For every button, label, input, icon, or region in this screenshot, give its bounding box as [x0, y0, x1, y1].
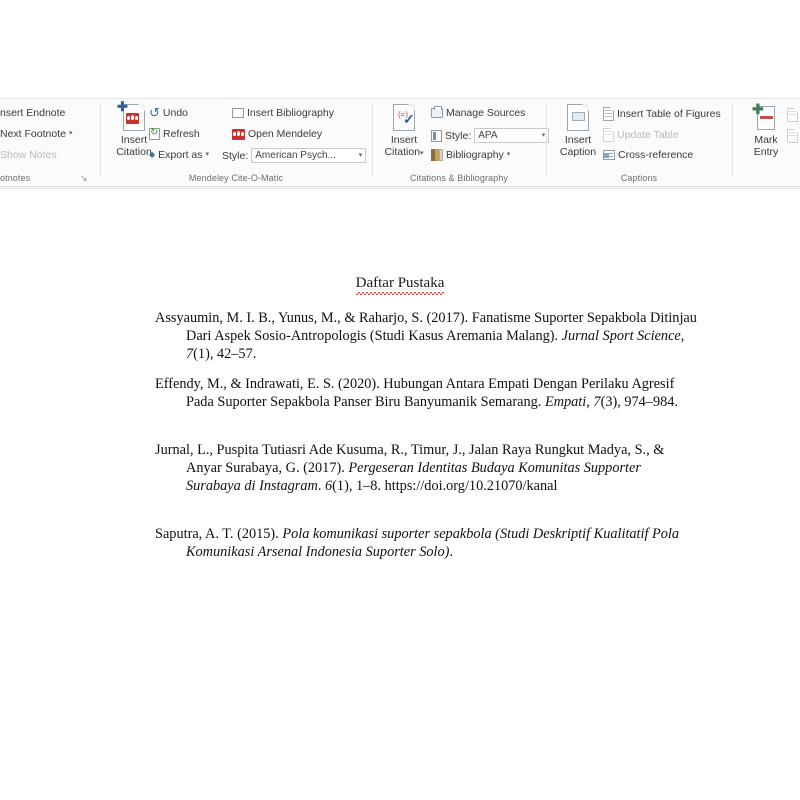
chevron-down-icon[interactable]: ▾ [420, 150, 424, 157]
chevron-down-icon[interactable]: ▾ [542, 129, 546, 142]
mark-entry-label-line2: Entry [753, 146, 779, 158]
ribbon-group-mendeley: ✚ Insert Citation ↺ Undo Refresh ◆ Expor… [101, 98, 371, 186]
ribbon-bottom-rule [0, 186, 800, 187]
partial-icon-top[interactable] [787, 108, 798, 122]
reference-text-segment: , [680, 328, 685, 345]
insert-caption-button[interactable]: Insert Caption [549, 104, 607, 158]
mendeley-style-value: American Psych... [255, 150, 336, 161]
ribbon-group-title-captions: Captions [620, 173, 658, 183]
cross-reference-label: Cross-reference [618, 149, 694, 161]
cross-reference-button[interactable]: Cross-reference [603, 149, 693, 161]
mendeley-refresh-button[interactable]: Refresh [149, 127, 200, 140]
insert-table-of-figures-label: Insert Table of Figures [617, 108, 721, 120]
insert-citation-label-line1: Insert [390, 134, 418, 146]
manage-sources-label: Manage Sources [446, 107, 526, 119]
citations-style-value: APA [478, 130, 498, 141]
citations-style-row: Style: APA ▾ [431, 128, 550, 143]
mendeley-logo-icon [126, 113, 139, 124]
insert-bibliography-button[interactable]: Insert Bibliography [232, 107, 334, 119]
insert-caption-icon [567, 104, 589, 131]
manage-sources-button[interactable]: Manage Sources [431, 106, 526, 119]
reference-text-segment: (1), 1–8. https://doi.org/10.21070/kanal [332, 478, 558, 495]
insert-caption-label-line2: Caption [559, 146, 597, 158]
reference-text-segment: . [317, 478, 326, 495]
mendeley-style-row: Style: American Psych... ▾ [222, 148, 367, 163]
style-icon [431, 129, 442, 142]
reference-text-segment: Saputra, A. T. (2015). [155, 526, 283, 542]
reference-italic-segment: Empati [544, 394, 587, 411]
bibliography-button[interactable]: Bibliography ▾ [431, 149, 510, 161]
reference-italic-segment: Jurnal Sport Science [561, 328, 681, 345]
insert-table-of-figures-icon [603, 107, 614, 121]
mark-entry-icon: ✚ [752, 102, 775, 130]
mendeley-export-as-label: Export as [158, 149, 203, 161]
chevron-down-icon[interactable]: ▾ [206, 149, 210, 161]
open-mendeley-label: Open Mendeley [248, 128, 323, 140]
insert-endnote-label: nsert Endnote [0, 107, 66, 119]
cross-reference-icon [603, 150, 615, 160]
insert-caption-label-line1: Insert [564, 134, 592, 146]
refresh-icon [149, 127, 160, 140]
update-table-button[interactable]: Update Table [603, 128, 679, 142]
chevron-down-icon[interactable]: ▾ [507, 149, 511, 161]
bibliography-label: Bibliography [446, 149, 504, 161]
insert-citation-label-text: Citation [384, 146, 421, 158]
mendeley-logo-icon [232, 128, 245, 140]
ribbon-group-title-footnotes: otnotes [0, 173, 31, 183]
insert-citation-icon: (=) ✓ [393, 104, 415, 131]
bibliography-entry[interactable]: Assyaumin, M. I. B., Yunus, M., & Raharj… [155, 309, 698, 364]
mendeley-export-as-button[interactable]: ◆ Export as ▾ [149, 149, 209, 161]
reference-text-segment: . [449, 544, 454, 561]
mendeley-undo-label: Undo [162, 107, 189, 119]
ribbon-group-index: ✚ Mark Entry [733, 98, 800, 186]
next-footnote-button[interactable]: Next Footnote ▾ [0, 128, 72, 140]
update-table-label: Update Table [617, 129, 679, 141]
manage-sources-icon [431, 106, 443, 118]
reference-text-segment: (3), 974–984. [600, 394, 678, 411]
insert-citation-button[interactable]: (=) ✓ Insert Citation▾ [375, 104, 433, 160]
page-title-text: Daftar Pustaka [355, 275, 445, 295]
insert-table-of-figures-button[interactable]: Insert Table of Figures [603, 107, 721, 121]
insert-bibliography-label: Insert Bibliography [247, 107, 334, 119]
bibliography-entry[interactable]: Effendy, M., & Indrawati, E. S. (2020). … [155, 375, 698, 411]
ribbon-group-title-citations: Citations & Bibliography [410, 173, 508, 183]
show-notes-button[interactable]: Show Notes [0, 149, 57, 161]
insert-citation-label-line2: Citation▾ [375, 146, 433, 160]
undo-icon: ↺ [149, 105, 160, 120]
mendeley-style-dropdown[interactable]: American Psych... ▾ [251, 148, 367, 163]
reference-text-segment: (1), 42–57. [193, 346, 257, 363]
export-as-icon: ◆ [149, 150, 156, 159]
mendeley-undo-button[interactable]: ↺ Undo [149, 105, 189, 120]
ribbon-group-captions: Insert Caption Insert Table of Figures U… [547, 98, 731, 186]
ribbon-group-citations-bibliography: (=) ✓ Insert Citation▾ Manage Sources St… [373, 98, 550, 186]
plus-icon: ✚ [752, 101, 764, 117]
partial-icon-bottom[interactable] [787, 129, 798, 143]
citations-style-label: Style: [445, 129, 472, 142]
chevron-down-icon[interactable]: ▾ [69, 128, 73, 140]
chevron-down-icon[interactable]: ▾ [359, 149, 363, 162]
bibliography-entry[interactable]: Jurnal, L., Puspita Tutiasri Ade Kusuma,… [155, 441, 698, 496]
insert-bibliography-icon [232, 108, 244, 118]
update-table-icon [603, 128, 614, 142]
dialog-launcher-icon[interactable]: ↘ [80, 173, 88, 184]
page-title: Daftar Pustaka [0, 275, 800, 295]
next-footnote-label: Next Footnote [0, 128, 66, 140]
bibliography-icon [431, 149, 443, 161]
reference-italic-segment: 7 [593, 394, 601, 411]
document-page[interactable]: Daftar Pustaka Assyaumin, M. I. B., Yunu… [0, 189, 800, 800]
mendeley-style-label: Style: [222, 149, 249, 162]
open-mendeley-button[interactable]: Open Mendeley [232, 128, 322, 140]
insert-endnote-button[interactable]: nsert Endnote [0, 107, 65, 119]
word-ribbon-references-tab: nsert Endnote Next Footnote ▾ Show Notes… [0, 98, 800, 188]
citations-style-dropdown[interactable]: APA ▾ [474, 128, 550, 143]
plus-icon: ✚ [117, 99, 128, 114]
mendeley-refresh-label: Refresh [163, 128, 200, 140]
show-notes-label: Show Notes [0, 149, 57, 161]
bibliography-entry[interactable]: Saputra, A. T. (2015). Pola komunikasi s… [155, 525, 698, 561]
ribbon-group-title-mendeley: Mendeley Cite-O-Matic [188, 173, 284, 183]
